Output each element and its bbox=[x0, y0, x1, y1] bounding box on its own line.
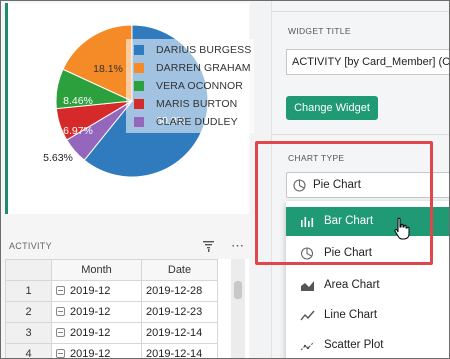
legend-label: CLARE DUDLEY bbox=[156, 116, 238, 128]
legend-swatch bbox=[134, 99, 144, 109]
legend-swatch bbox=[134, 45, 144, 55]
cell-month[interactable]: 2019-12 bbox=[51, 301, 142, 323]
cell-date[interactable]: 2019-12-23 bbox=[141, 301, 218, 323]
table-scrollbar[interactable] bbox=[231, 259, 245, 358]
app-window: 60.8%5.63%6.97%8.46%18.1% DARIUS BURGESS… bbox=[0, 0, 450, 359]
cell-collapse-icon[interactable] bbox=[56, 286, 65, 295]
pie-label-graham: 18.1% bbox=[93, 63, 123, 75]
widget-title-label: WIDGET TITLE bbox=[288, 26, 351, 36]
column-header-month[interactable]: Month bbox=[51, 259, 142, 281]
table-header-row: Month Date bbox=[5, 259, 218, 281]
dashboard-panel: 60.8%5.63%6.97%8.46%18.1% DARIUS BURGESS… bbox=[1, 1, 254, 359]
legend-item-darius-burgess[interactable]: DARIUS BURGESS bbox=[134, 43, 251, 57]
legend-item-vera-oconnor[interactable]: VERA OCONNOR bbox=[134, 79, 243, 93]
option-label: Line Chart bbox=[324, 309, 378, 321]
row-number: 4 bbox=[5, 343, 52, 358]
cell-date[interactable]: 2019-12-14 bbox=[141, 343, 218, 358]
pie-label-dudley: 5.63% bbox=[43, 152, 73, 164]
cell-collapse-icon[interactable] bbox=[56, 328, 65, 337]
cell-collapse-icon[interactable] bbox=[56, 307, 65, 316]
row-number-header bbox=[5, 259, 52, 281]
legend-label: DARREN GRAHAM bbox=[156, 62, 251, 74]
option-scatter-plot[interactable]: Scatter Plot bbox=[286, 331, 449, 358]
legend-swatch bbox=[134, 63, 144, 73]
pie-legend: DARIUS BURGESS DARREN GRAHAM VERA OCONNO… bbox=[126, 39, 254, 133]
legend-label: MARIS BURTON bbox=[156, 98, 238, 110]
pie-label-burton: 6.97% bbox=[63, 125, 93, 137]
hand-cursor-icon bbox=[394, 217, 410, 240]
activity-table: Month Date 1 2019-12 2019-12-28 2 2019-1… bbox=[5, 259, 249, 359]
cell-date[interactable]: 2019-12-14 bbox=[141, 322, 218, 344]
cell-month[interactable]: 2019-12 bbox=[51, 343, 142, 359]
option-line-chart[interactable]: Line Chart bbox=[286, 301, 449, 330]
table-row[interactable]: 3 2019-12 2019-12-14 bbox=[5, 322, 218, 344]
cell-month[interactable]: 2019-12 bbox=[51, 280, 142, 302]
cell-month-value: 2019-12 bbox=[70, 327, 111, 339]
pie-label-oconnor: 8.46% bbox=[63, 95, 93, 107]
legend-item-darren-graham[interactable]: DARREN GRAHAM bbox=[134, 61, 251, 75]
legend-label: VERA OCONNOR bbox=[156, 80, 243, 92]
cell-month[interactable]: 2019-12 bbox=[51, 322, 142, 344]
change-widget-button[interactable]: Change Widget bbox=[286, 96, 378, 120]
more-options-icon[interactable]: ⋯ bbox=[231, 238, 245, 254]
column-header-date[interactable]: Date bbox=[141, 259, 218, 281]
legend-label: DARIUS BURGESS bbox=[156, 44, 252, 56]
cell-date[interactable]: 2019-12-28 bbox=[141, 280, 218, 302]
table-row[interactable]: 1 2019-12 2019-12-28 bbox=[5, 280, 218, 302]
pie-chart-widget[interactable]: 60.8%5.63%6.97%8.46%18.1% DARIUS BURGESS… bbox=[5, 3, 254, 214]
cell-month-value: 2019-12 bbox=[70, 348, 111, 359]
divider bbox=[272, 11, 449, 12]
scrollbar-thumb[interactable] bbox=[234, 281, 242, 299]
line-chart-icon bbox=[300, 310, 315, 321]
row-number: 1 bbox=[5, 280, 52, 302]
cell-month-value: 2019-12 bbox=[70, 306, 111, 318]
cell-month-value: 2019-12 bbox=[70, 285, 111, 297]
divider bbox=[272, 134, 449, 135]
legend-swatch bbox=[134, 81, 144, 91]
activity-header: ACTIVITY ⋯ bbox=[5, 235, 249, 257]
option-area-chart[interactable]: Area Chart bbox=[286, 271, 449, 300]
table-row[interactable]: 4 2019-12 2019-12-14 bbox=[5, 343, 218, 359]
filter-icon[interactable] bbox=[203, 240, 215, 252]
option-label: Area Chart bbox=[324, 279, 380, 291]
option-label: Scatter Plot bbox=[324, 339, 384, 351]
scatter-plot-icon bbox=[300, 341, 315, 351]
activity-title: ACTIVITY bbox=[9, 241, 52, 251]
row-number: 3 bbox=[5, 322, 52, 344]
legend-item-clare-dudley[interactable]: CLARE DUDLEY bbox=[134, 115, 238, 129]
table-row[interactable]: 2 2019-12 2019-12-23 bbox=[5, 301, 218, 323]
widget-title-input[interactable]: ACTIVITY [by Card_Member] (C bbox=[286, 49, 449, 75]
area-chart-icon bbox=[301, 281, 314, 291]
row-number: 2 bbox=[5, 301, 52, 323]
cell-collapse-icon[interactable] bbox=[56, 349, 65, 358]
chart-type-highlight-box bbox=[255, 141, 433, 265]
legend-swatch bbox=[134, 117, 144, 127]
legend-item-maris-burton[interactable]: MARIS BURTON bbox=[134, 97, 237, 111]
